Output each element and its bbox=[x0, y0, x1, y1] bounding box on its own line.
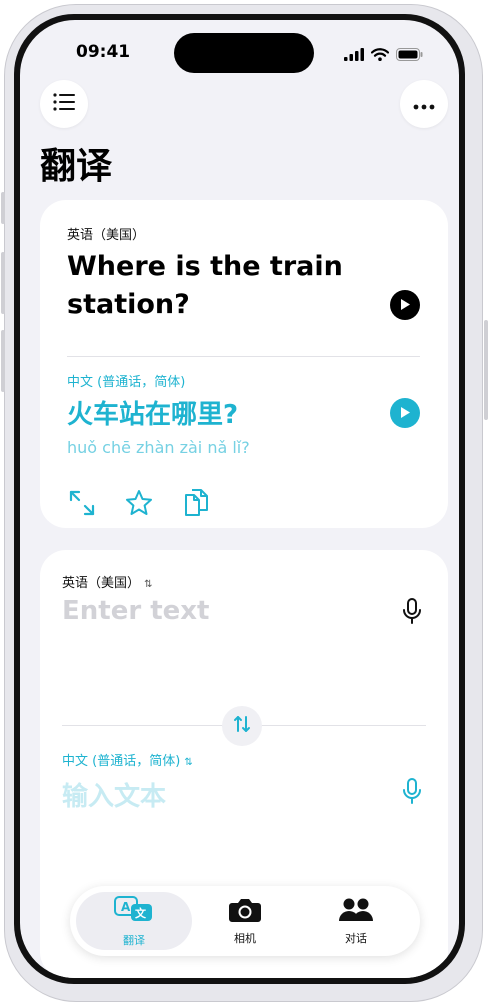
copy-button[interactable] bbox=[182, 487, 212, 523]
status-icons bbox=[344, 46, 423, 65]
more-button[interactable] bbox=[400, 80, 448, 128]
play-source-button[interactable] bbox=[390, 290, 420, 320]
people-icon bbox=[338, 897, 374, 927]
swap-languages-button[interactable] bbox=[222, 706, 262, 746]
fullscreen-button[interactable] bbox=[67, 490, 97, 520]
list-icon bbox=[52, 92, 76, 116]
camera-icon bbox=[228, 897, 262, 927]
pinyin-text: huǒ chē zhàn zài nǎ lǐ? bbox=[67, 438, 250, 457]
wifi-icon bbox=[370, 46, 390, 65]
target-language-selector[interactable]: 中文 (普通话，简体) ⇅ bbox=[62, 750, 193, 769]
status-time: 09:41 bbox=[76, 42, 131, 62]
ellipsis-icon bbox=[413, 95, 435, 114]
svg-text:文: 文 bbox=[135, 906, 147, 920]
history-list-button[interactable] bbox=[40, 80, 88, 128]
tab-camera[interactable]: 相机 bbox=[187, 892, 303, 950]
source-language-label: 英语（美国） bbox=[67, 228, 146, 243]
chevron-up-down-icon: ⇅ bbox=[144, 579, 153, 590]
play-icon bbox=[399, 404, 411, 423]
tab-label: 对话 bbox=[345, 931, 367, 945]
action-button bbox=[1, 192, 5, 224]
card-divider bbox=[67, 356, 420, 357]
svg-text:A: A bbox=[121, 900, 131, 914]
status-bar: 09:41 bbox=[20, 20, 459, 80]
translate-icon: A文 bbox=[113, 895, 155, 929]
source-text-input[interactable]: Enter text bbox=[62, 596, 209, 626]
microphone-icon bbox=[402, 777, 422, 809]
source-mic-button[interactable] bbox=[400, 598, 424, 628]
tab-label: 相机 bbox=[234, 931, 256, 945]
cellular-signal-icon bbox=[344, 46, 364, 65]
screen: 09:41 翻译 英语（美国） Where is the train stati… bbox=[20, 20, 459, 978]
translated-text: 火车站在哪里? bbox=[67, 400, 239, 430]
chevron-up-down-icon: ⇅ bbox=[184, 757, 193, 768]
play-icon bbox=[399, 296, 411, 315]
page-title: 翻译 bbox=[40, 146, 113, 187]
target-text-input[interactable]: 输入文本 bbox=[62, 776, 166, 813]
source-language-selector[interactable]: 英语（美国） ⇅ bbox=[62, 572, 153, 591]
copy-icon bbox=[183, 487, 211, 523]
power-button bbox=[484, 320, 488, 420]
target-mic-button[interactable] bbox=[400, 778, 424, 808]
volume-down-button bbox=[1, 330, 5, 392]
tab-conversation[interactable]: 对话 bbox=[298, 892, 414, 950]
target-language-value: 中文 (普通话，简体) bbox=[62, 754, 181, 769]
star-icon bbox=[124, 488, 154, 522]
volume-up-button bbox=[1, 252, 5, 314]
dynamic-island bbox=[174, 33, 314, 73]
play-translation-button[interactable] bbox=[390, 398, 420, 428]
target-language-label: 中文 (普通话，简体) bbox=[67, 375, 186, 390]
tab-bar: A文 翻译 相机 对话 bbox=[70, 886, 420, 956]
translation-result-card: 英语（美国） Where is the train station? 中文 (普… bbox=[40, 200, 448, 528]
microphone-icon bbox=[402, 597, 422, 629]
source-text: Where is the train station? bbox=[67, 251, 343, 320]
phone-bezel: 09:41 翻译 英语（美国） Where is the train stati… bbox=[14, 14, 465, 984]
favorite-button[interactable] bbox=[124, 490, 154, 520]
tab-label: 翻译 bbox=[123, 933, 145, 947]
expand-icon bbox=[68, 489, 96, 521]
tab-translate[interactable]: A文 翻译 bbox=[76, 892, 192, 950]
swap-arrows-icon bbox=[232, 714, 252, 738]
battery-icon bbox=[396, 46, 423, 65]
source-language-value: 英语（美国） bbox=[62, 576, 141, 591]
